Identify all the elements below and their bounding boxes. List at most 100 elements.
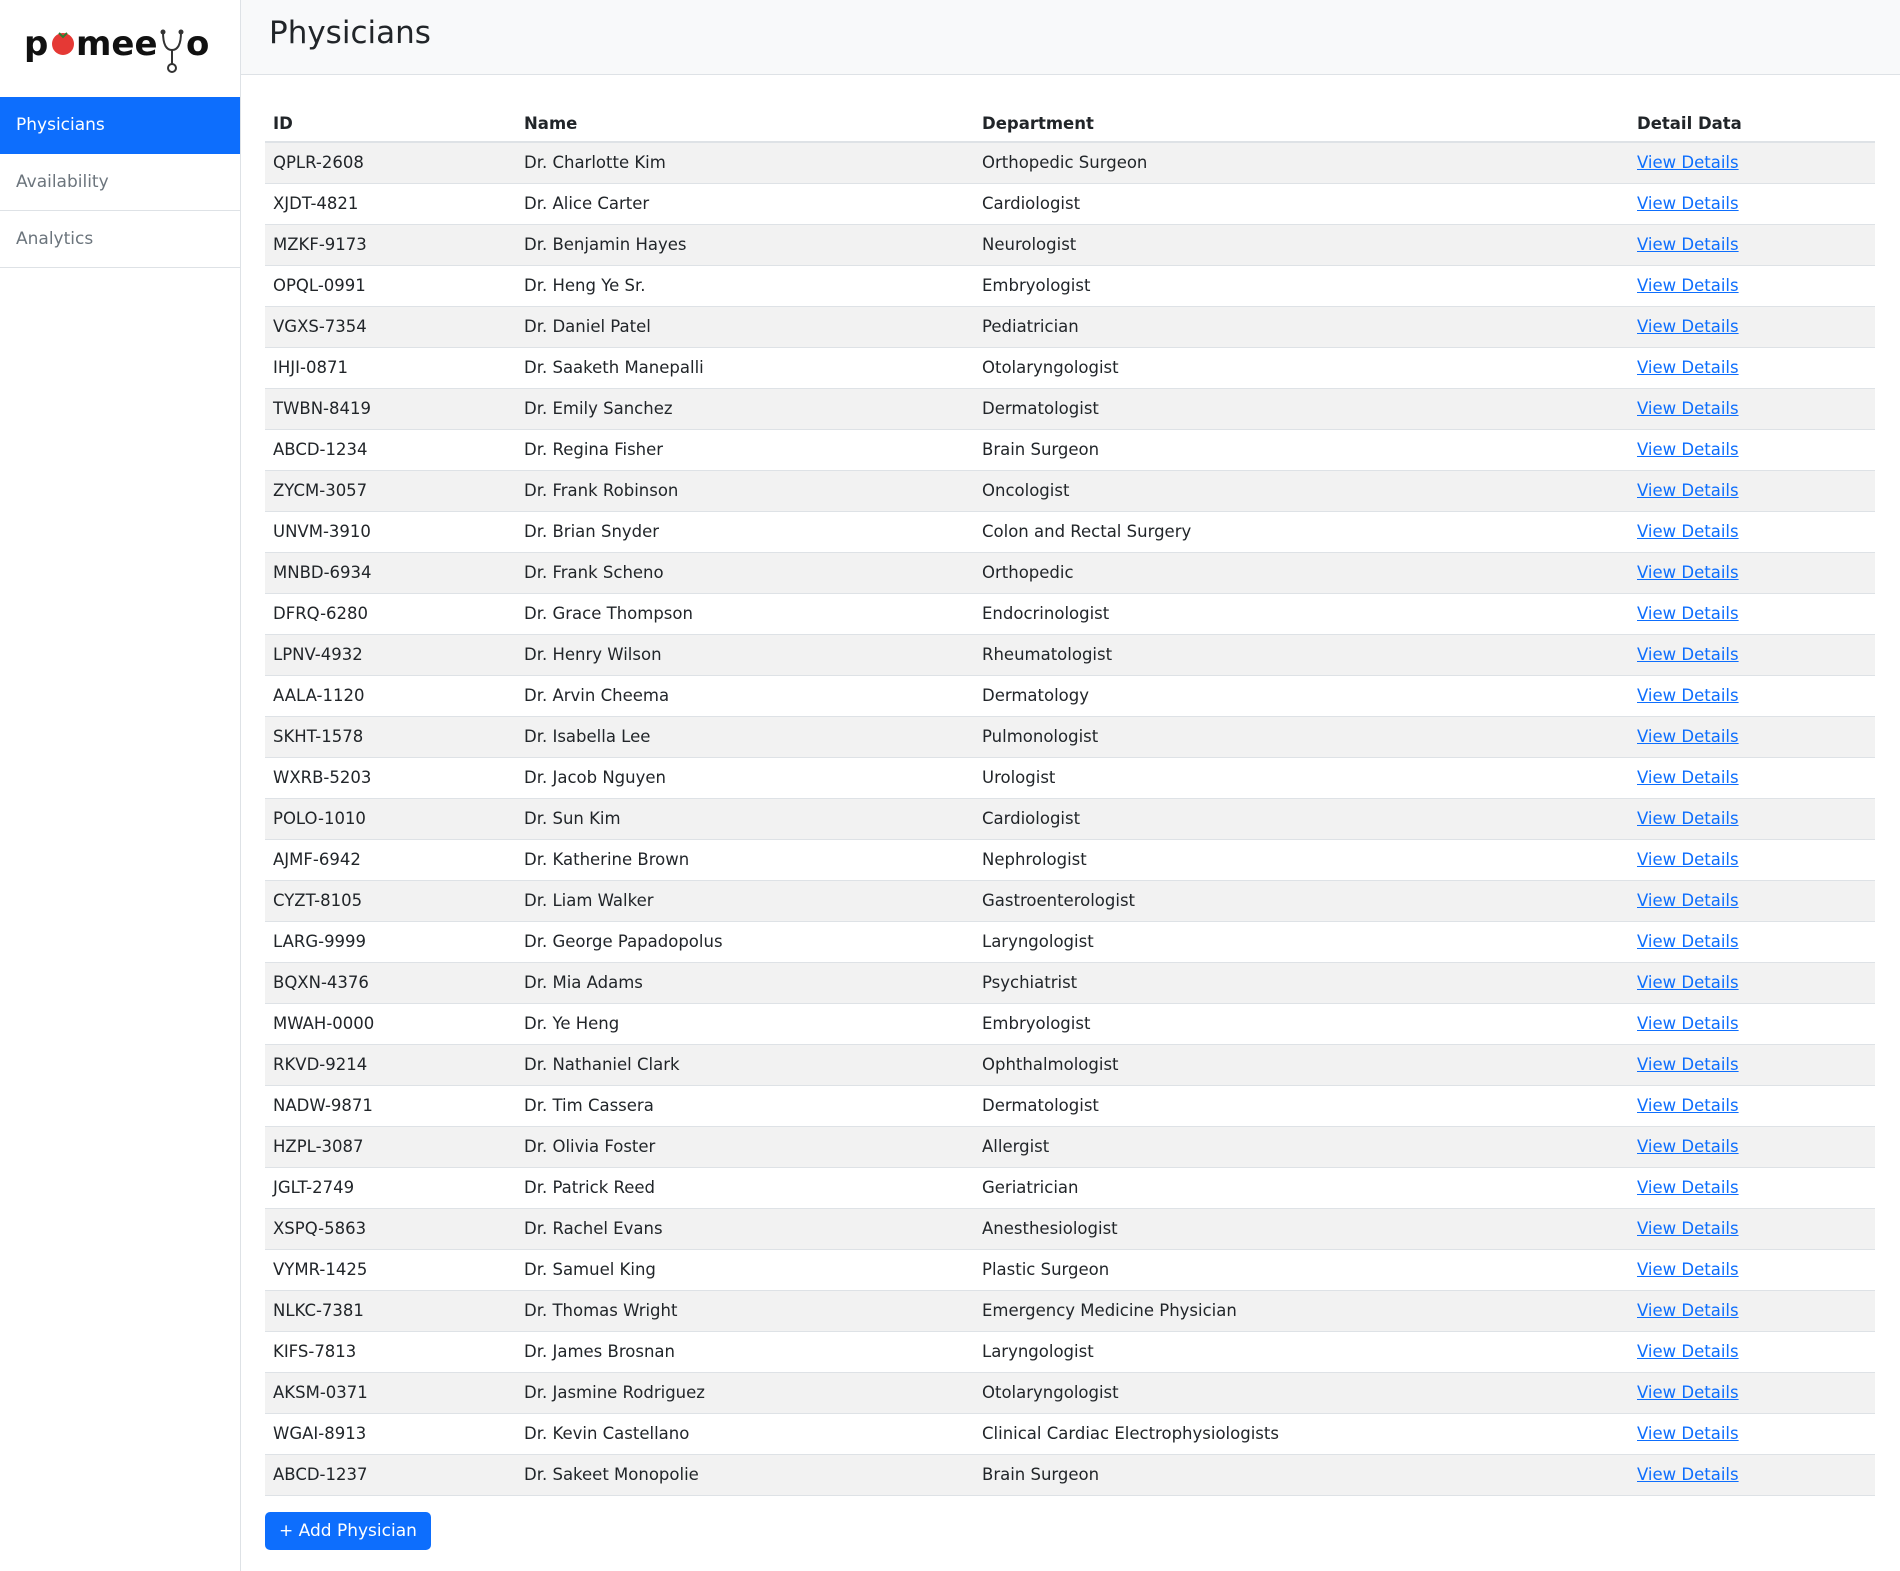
physician-id-cell: VGXS-7354 — [265, 306, 516, 348]
view-details-link[interactable]: View Details — [1637, 891, 1739, 910]
view-details-link[interactable]: View Details — [1637, 563, 1739, 582]
page-title: Physicians — [269, 15, 431, 51]
detail-data-cell: View Details — [1629, 470, 1875, 512]
sidebar-item-availability[interactable]: Availability — [0, 154, 240, 211]
view-details-link[interactable]: View Details — [1637, 727, 1739, 746]
view-details-link[interactable]: View Details — [1637, 1260, 1739, 1279]
detail-data-cell: View Details — [1629, 1413, 1875, 1455]
physician-department-cell: Otolaryngologist — [974, 347, 1629, 389]
detail-data-cell: View Details — [1629, 962, 1875, 1004]
physician-id-cell: LPNV-4932 — [265, 634, 516, 676]
physician-department-cell: Oncologist — [974, 470, 1629, 512]
physician-name-cell: Dr. Frank Robinson — [516, 470, 974, 512]
column-header-detail-data: Detail Data — [1629, 100, 1875, 143]
view-details-link[interactable]: View Details — [1637, 522, 1739, 541]
detail-data-cell: View Details — [1629, 1249, 1875, 1291]
detail-data-cell: View Details — [1629, 675, 1875, 717]
physician-department-cell: Rheumatologist — [974, 634, 1629, 676]
detail-data-cell: View Details — [1629, 798, 1875, 840]
physician-name-cell: Dr. Jasmine Rodriguez — [516, 1372, 974, 1414]
detail-data-cell: View Details — [1629, 552, 1875, 594]
physician-name-cell: Dr. Liam Walker — [516, 880, 974, 922]
view-details-link[interactable]: View Details — [1637, 768, 1739, 787]
view-details-link[interactable]: View Details — [1637, 358, 1739, 377]
physician-id-cell: UNVM-3910 — [265, 511, 516, 553]
table-row: MNBD-6934 Dr. Frank Scheno Orthopedic View … — [265, 552, 1875, 594]
view-details-link[interactable]: View Details — [1637, 235, 1739, 254]
physician-department-cell: Dermatologist — [974, 1085, 1629, 1127]
view-details-link[interactable]: View Details — [1637, 1137, 1739, 1156]
physician-id-cell: QPLR-2608 — [265, 142, 516, 184]
table-row: WXRB-5203 Dr. Jacob Nguyen Urologist View D… — [265, 757, 1875, 799]
detail-data-cell: View Details — [1629, 593, 1875, 635]
physician-name-cell: Dr. Heng Ye Sr. — [516, 265, 974, 307]
view-details-link[interactable]: View Details — [1637, 686, 1739, 705]
table-row: MZKF-9173 Dr. Benjamin Hayes Neurologist Vi… — [265, 224, 1875, 266]
view-details-link[interactable]: View Details — [1637, 1055, 1739, 1074]
physician-name-cell: Dr. Nathaniel Clark — [516, 1044, 974, 1086]
physician-department-cell: Brain Surgeon — [974, 1454, 1629, 1496]
view-details-link[interactable]: View Details — [1637, 1465, 1739, 1484]
table-row: RKVD-9214 Dr. Nathaniel Clark Ophthalmolog… — [265, 1044, 1875, 1086]
physician-department-cell: Cardiologist — [974, 183, 1629, 225]
sidebar-item-analytics[interactable]: Analytics — [0, 211, 240, 268]
detail-data-cell: View Details — [1629, 1126, 1875, 1168]
view-details-link[interactable]: View Details — [1637, 645, 1739, 664]
view-details-link[interactable]: View Details — [1637, 604, 1739, 623]
physician-id-cell: ABCD-1237 — [265, 1454, 516, 1496]
view-details-link[interactable]: View Details — [1637, 850, 1739, 869]
table-row: JGLT-2749 Dr. Patrick Reed Geriatrician Vie… — [265, 1167, 1875, 1209]
physician-name-cell: Dr. Olivia Foster — [516, 1126, 974, 1168]
sidebar-item-physicians[interactable]: Physicians — [0, 97, 240, 154]
sidebar: p mee o pomeeyo Physicians Availability … — [0, 0, 241, 1571]
detail-data-cell: View Details — [1629, 306, 1875, 348]
view-details-link[interactable]: View Details — [1637, 399, 1739, 418]
physician-id-cell: XJDT-4821 — [265, 183, 516, 225]
table-container: ID Name Department Detail Data QPLR-2608… — [241, 75, 1900, 1550]
view-details-link[interactable]: View Details — [1637, 1301, 1739, 1320]
page-header: Physicians — [241, 0, 1900, 75]
add-physician-button[interactable]: + Add Physician — [265, 1511, 431, 1550]
view-details-link[interactable]: View Details — [1637, 317, 1739, 336]
detail-data-cell: View Details — [1629, 757, 1875, 799]
table-row: NADW-9871 Dr. Tim Cassera Dermatologist Vie… — [265, 1085, 1875, 1127]
physician-id-cell: SKHT-1578 — [265, 716, 516, 758]
physician-name-cell: Dr. Charlotte Kim — [516, 142, 974, 184]
view-details-link[interactable]: View Details — [1637, 1014, 1739, 1033]
table-row: POLO-1010 Dr. Sun Kim Cardiologist View Det… — [265, 798, 1875, 840]
view-details-link[interactable]: View Details — [1637, 932, 1739, 951]
view-details-link[interactable]: View Details — [1637, 973, 1739, 992]
view-details-link[interactable]: View Details — [1637, 481, 1739, 500]
view-details-link[interactable]: View Details — [1637, 440, 1739, 459]
view-details-link[interactable]: View Details — [1637, 194, 1739, 213]
view-details-link[interactable]: View Details — [1637, 809, 1739, 828]
physician-name-cell: Dr. Brian Snyder — [516, 511, 974, 553]
view-details-link[interactable]: View Details — [1637, 1424, 1739, 1443]
physician-department-cell: Embryologist — [974, 265, 1629, 307]
view-details-link[interactable]: View Details — [1637, 1342, 1739, 1361]
view-details-link[interactable]: View Details — [1637, 1096, 1739, 1115]
physician-name-cell: Dr. Kevin Castellano — [516, 1413, 974, 1455]
detail-data-cell: View Details — [1629, 388, 1875, 430]
view-details-link[interactable]: View Details — [1637, 1219, 1739, 1238]
table-header: ID Name Department Detail Data — [265, 100, 1875, 143]
table-body: QPLR-2608 Dr. Charlotte Kim Orthopedic Sur… — [265, 142, 1875, 1496]
physician-department-cell: Emergency Medicine Physician — [974, 1290, 1629, 1332]
view-details-link[interactable]: View Details — [1637, 1178, 1739, 1197]
sidebar-nav: Physicians Availability Analytics — [0, 97, 240, 268]
physician-department-cell: Geriatrician — [974, 1167, 1629, 1209]
view-details-link[interactable]: View Details — [1637, 1383, 1739, 1402]
view-details-link[interactable]: View Details — [1637, 153, 1739, 172]
physician-department-cell: Orthopedic — [974, 552, 1629, 594]
physician-name-cell: Dr. Arvin Cheema — [516, 675, 974, 717]
physician-department-cell: Ophthalmologist — [974, 1044, 1629, 1086]
physician-id-cell: MNBD-6934 — [265, 552, 516, 594]
view-details-link[interactable]: View Details — [1637, 276, 1739, 295]
table-row: IHJI-0871 Dr. Saaketh Manepalli Otolaryngo… — [265, 347, 1875, 389]
svg-text:mee: mee — [76, 24, 158, 64]
table-row: QPLR-2608 Dr. Charlotte Kim Orthopedic Sur… — [265, 142, 1875, 184]
detail-data-cell: View Details — [1629, 265, 1875, 307]
column-header-name: Name — [516, 100, 974, 143]
table-row: MWAH-0000 Dr. Ye Heng Embryologist View Det… — [265, 1003, 1875, 1045]
detail-data-cell: View Details — [1629, 1331, 1875, 1373]
